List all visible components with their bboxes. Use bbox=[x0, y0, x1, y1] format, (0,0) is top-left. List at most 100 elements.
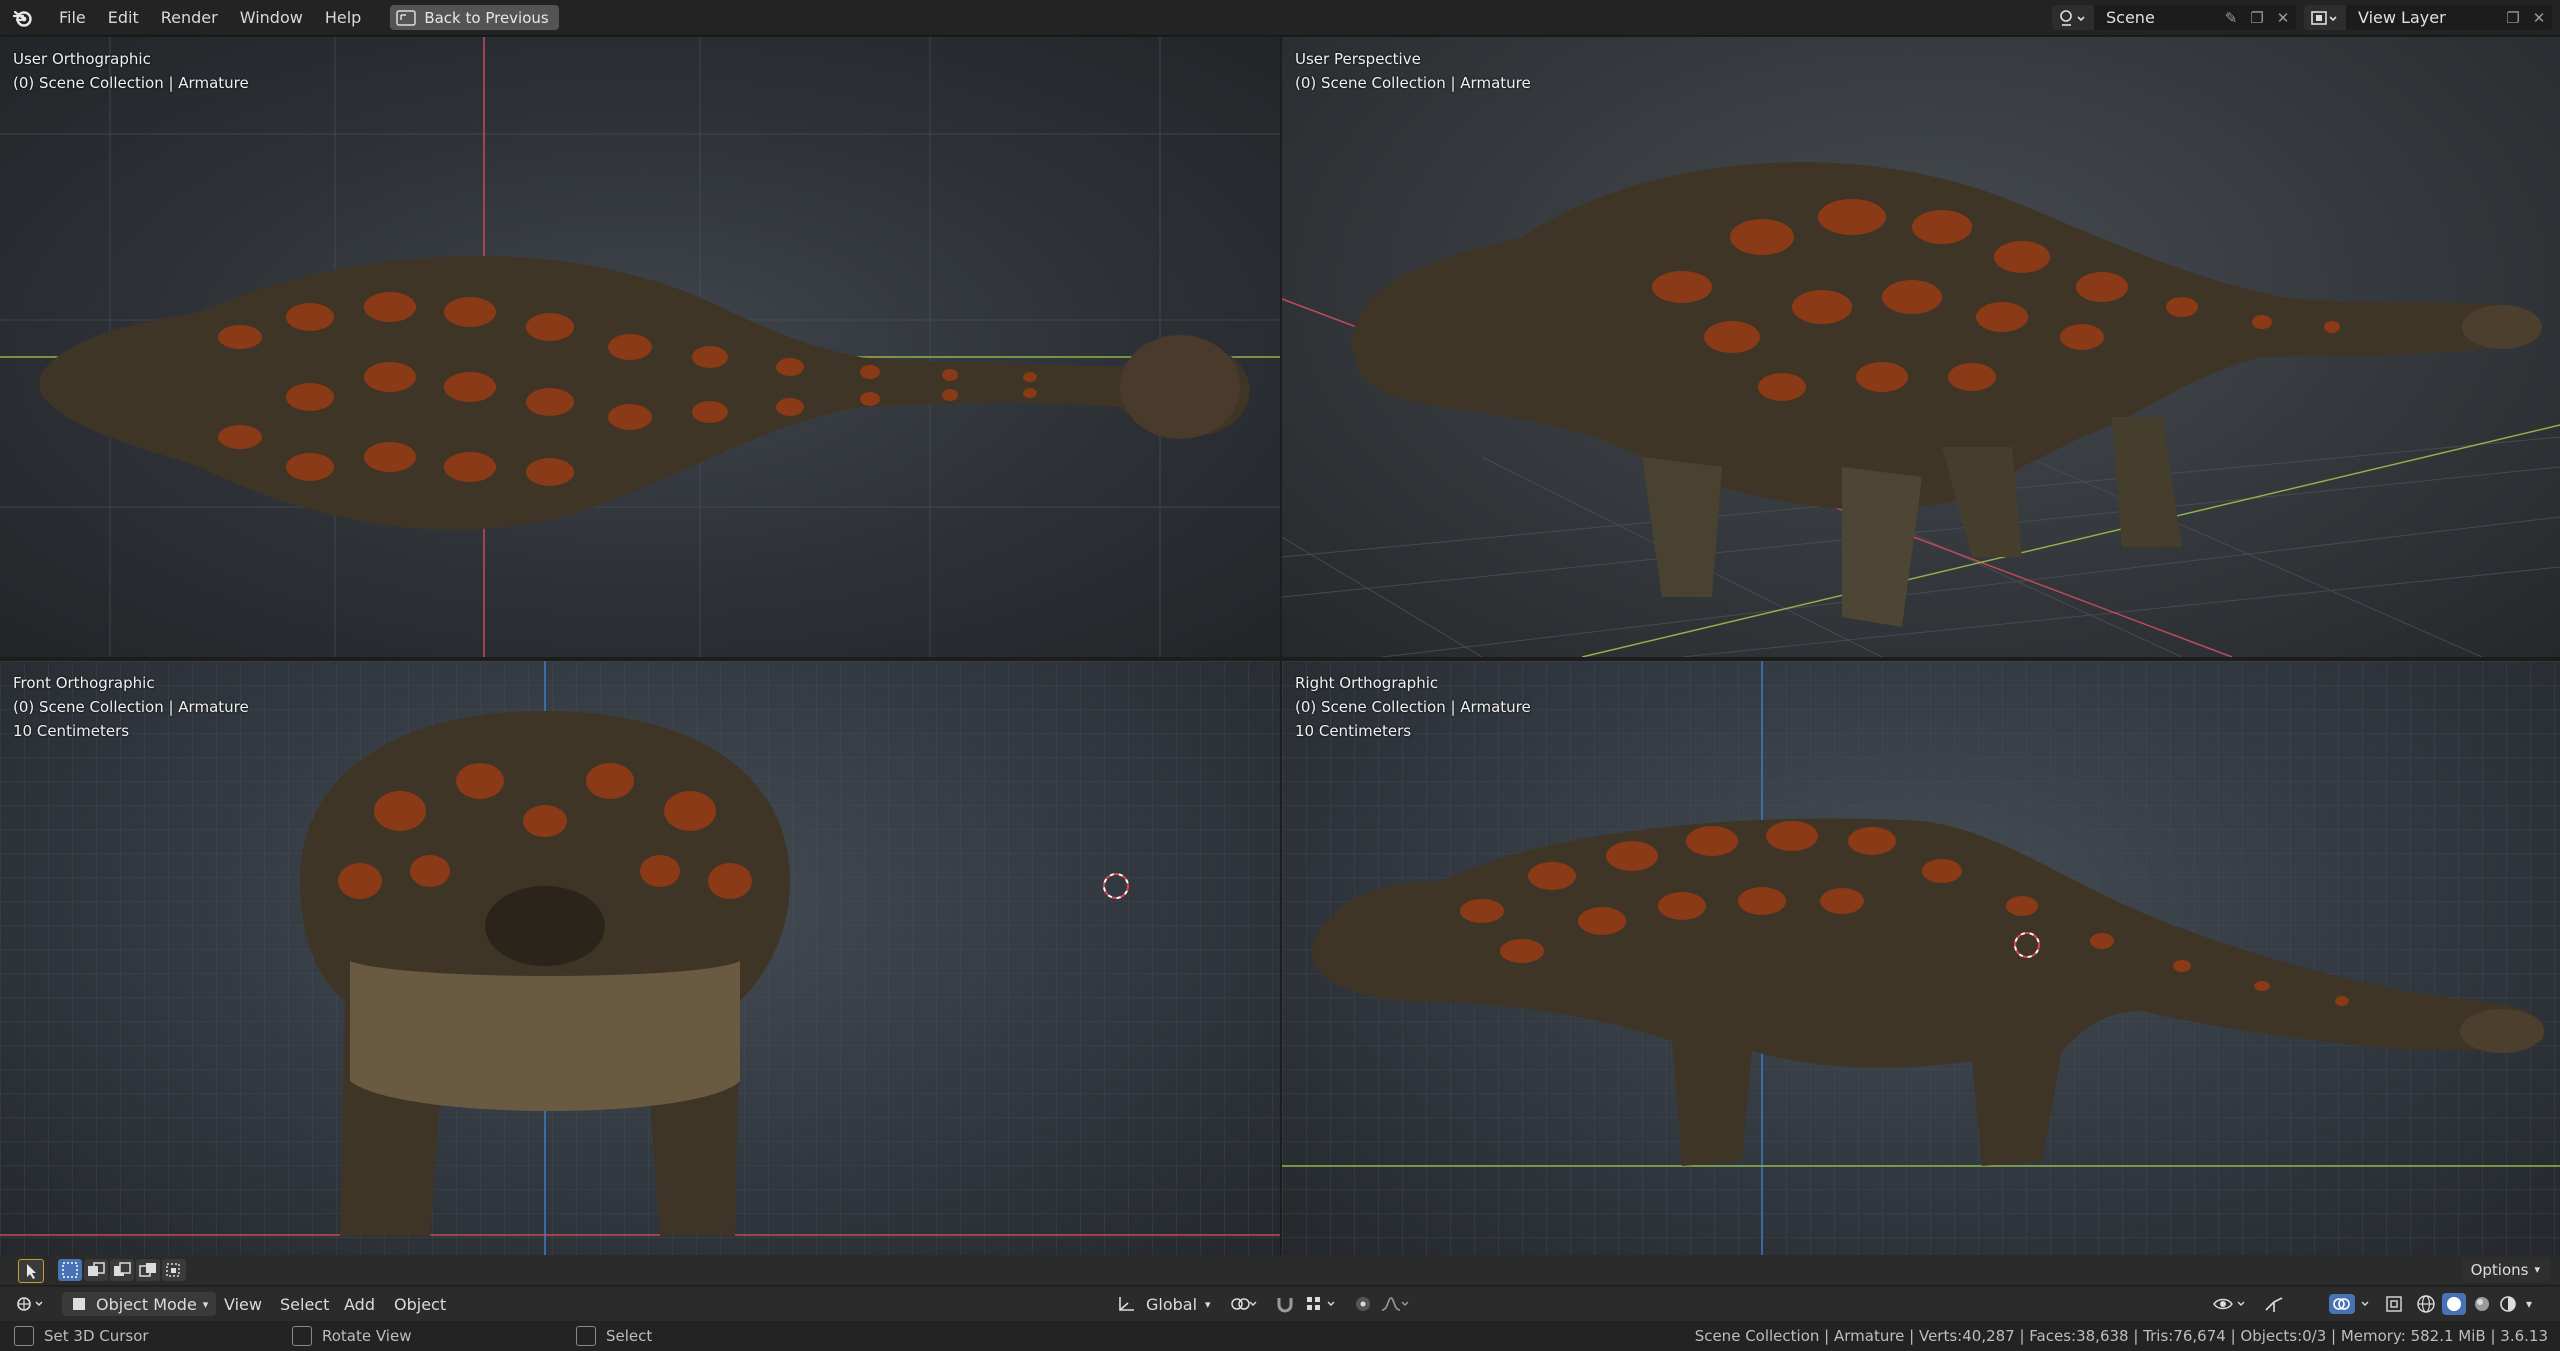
viewport-view-name: Right Orthographic bbox=[1295, 674, 1439, 692]
editor-type-selector[interactable] bbox=[14, 1287, 48, 1321]
scene-icon bbox=[2052, 5, 2094, 30]
shading-material-button[interactable] bbox=[2470, 1287, 2494, 1321]
blender-logo-icon[interactable] bbox=[12, 7, 34, 29]
pivot-point-icon bbox=[1231, 1298, 1257, 1310]
menu-render[interactable]: Render bbox=[150, 4, 229, 31]
select-mode-difference-icon[interactable] bbox=[136, 1259, 160, 1281]
viewport-collection-info: (0) Scene Collection | Armature bbox=[13, 74, 249, 92]
status-middle-click: Rotate View bbox=[292, 1321, 411, 1351]
xray-icon bbox=[2386, 1296, 2402, 1312]
magnet-icon bbox=[1277, 1298, 1293, 1313]
select-mode-intersect-icon[interactable] bbox=[162, 1259, 186, 1281]
xray-toggle[interactable] bbox=[2384, 1287, 2406, 1321]
ankylosaurus-perspective-view bbox=[1352, 162, 2542, 627]
proportional-editing-toggle[interactable] bbox=[1352, 1287, 1374, 1321]
chevron-down-icon: ▾ bbox=[2526, 1297, 2533, 1311]
delete-scene-icon[interactable]: ✕ bbox=[2270, 5, 2296, 30]
snap-increment-icon bbox=[1307, 1297, 1335, 1310]
status-left-click-label: Set 3D Cursor bbox=[44, 1327, 149, 1345]
shading-options-dropdown[interactable]: ▾ bbox=[2526, 1287, 2532, 1321]
tool-settings-bar: Options ▾ bbox=[0, 1255, 2560, 1285]
scene-statistics: Scene Collection | Armature | Verts:40,2… bbox=[1694, 1327, 2548, 1345]
menu-window[interactable]: Window bbox=[229, 4, 314, 31]
shading-solid-button[interactable] bbox=[2442, 1287, 2466, 1321]
view-layer-icon bbox=[2304, 5, 2346, 30]
menu-edit[interactable]: Edit bbox=[97, 4, 150, 31]
viewport-view-name: Front Orthographic bbox=[13, 674, 155, 692]
new-view-layer-icon[interactable]: ❐ bbox=[2500, 5, 2526, 30]
status-middle-click-label: Rotate View bbox=[322, 1327, 412, 1345]
select-mode-new-icon[interactable] bbox=[58, 1259, 82, 1281]
shading-wireframe-button[interactable] bbox=[2414, 1287, 2438, 1321]
viewport-scale-info: 10 Centimeters bbox=[1295, 722, 1412, 740]
viewport-grid-bottom-left bbox=[0, 661, 1280, 1261]
chevron-down-icon: ▾ bbox=[202, 1297, 209, 1311]
gizmo-toggle[interactable] bbox=[2262, 1287, 2288, 1321]
back-to-previous-label: Back to Previous bbox=[424, 8, 549, 27]
menu-help[interactable]: Help bbox=[314, 4, 372, 31]
overlays-icon bbox=[2329, 1294, 2369, 1314]
snap-toggle[interactable] bbox=[1274, 1287, 1296, 1321]
options-dropdown[interactable]: Options ▾ bbox=[2460, 1257, 2550, 1282]
viewport-view-name: User Orthographic bbox=[13, 50, 151, 68]
viewport-header: Object Mode ▾ View Select Add Object Glo… bbox=[0, 1286, 2560, 1321]
viewport-user-perspective[interactable]: User Perspective (0) Scene Collection | … bbox=[1282, 37, 2560, 657]
menu-object[interactable]: Object bbox=[394, 1287, 446, 1321]
select-mode-subtract-icon[interactable] bbox=[110, 1259, 134, 1281]
ankylosaurus-top-view bbox=[40, 255, 1250, 530]
back-to-previous-button[interactable]: Back to Previous bbox=[390, 5, 559, 30]
viewport-collection-info: (0) Scene Collection | Armature bbox=[13, 698, 249, 716]
shading-rendered-button[interactable] bbox=[2496, 1287, 2520, 1321]
new-scene-icon[interactable]: ❐ bbox=[2244, 5, 2270, 30]
top-bar: File Edit Render Window Help Back to Pre… bbox=[0, 0, 2560, 36]
viewport-user-orthographic[interactable]: User Orthographic (0) Scene Collection |… bbox=[0, 37, 1280, 657]
mouse-left-icon bbox=[14, 1326, 34, 1346]
gizmo-icon bbox=[2265, 1297, 2283, 1312]
pivot-point-dropdown[interactable] bbox=[1228, 1287, 1258, 1321]
delete-view-layer-icon[interactable]: ✕ bbox=[2526, 5, 2552, 30]
rendered-shading-icon bbox=[2500, 1296, 2516, 1312]
proportional-falloff-dropdown[interactable] bbox=[1380, 1287, 1410, 1321]
menu-add[interactable]: Add bbox=[344, 1287, 375, 1321]
options-label: Options bbox=[2470, 1260, 2529, 1279]
viewport-right-orthographic[interactable]: Right Orthographic (0) Scene Collection … bbox=[1282, 661, 2560, 1261]
select-mode-extend-icon[interactable] bbox=[84, 1259, 108, 1281]
material-preview-icon bbox=[2475, 1297, 2489, 1311]
chevron-down-icon: ▾ bbox=[2534, 1263, 2540, 1276]
status-left-click: Set 3D Cursor bbox=[14, 1321, 149, 1351]
object-mode-dropdown[interactable]: Object Mode ▾ bbox=[62, 1287, 217, 1321]
fullscreen-exit-icon bbox=[396, 9, 417, 26]
viewport-view-name: User Perspective bbox=[1295, 50, 1421, 68]
proportional-editing-icon bbox=[1356, 1297, 1370, 1311]
mouse-middle-icon bbox=[292, 1326, 312, 1346]
orientation-label: Global bbox=[1146, 1294, 1198, 1314]
pin-icon[interactable]: ✎ bbox=[2218, 5, 2244, 30]
menu-select[interactable]: Select bbox=[280, 1287, 329, 1321]
viewport-front-orthographic[interactable]: Front Orthographic (0) Scene Collection … bbox=[0, 661, 1280, 1261]
view-layer-selector[interactable]: View Layer ❐ ✕ bbox=[2304, 5, 2552, 30]
orientation-global-icon bbox=[1119, 1297, 1134, 1311]
overlays-toggle[interactable] bbox=[2328, 1287, 2374, 1321]
status-right-click-label: Select bbox=[606, 1327, 653, 1345]
object-mode-icon bbox=[73, 1298, 85, 1310]
status-bar: Set 3D Cursor Rotate View Select Scene C… bbox=[0, 1321, 2560, 1351]
scene-selector[interactable]: Scene ✎ ❐ ✕ bbox=[2052, 5, 2296, 30]
3d-viewport-icon bbox=[17, 1297, 43, 1311]
snap-target-dropdown[interactable] bbox=[1304, 1287, 1338, 1321]
eye-icon bbox=[2213, 1298, 2245, 1310]
menu-file[interactable]: File bbox=[48, 4, 97, 31]
chevron-down-icon: ▾ bbox=[1205, 1297, 1211, 1311]
viewport-collection-info: (0) Scene Collection | Armature bbox=[1295, 698, 1531, 716]
menu-view[interactable]: View bbox=[224, 1287, 262, 1321]
object-mode-label: Object Mode bbox=[96, 1294, 197, 1314]
viewport-scale-info: 10 Centimeters bbox=[13, 722, 130, 740]
view-layer-name: View Layer bbox=[2358, 8, 2446, 27]
transform-orientation-dropdown[interactable]: Global ▾ bbox=[1116, 1287, 1211, 1321]
visibility-dropdown[interactable] bbox=[2212, 1287, 2248, 1321]
mouse-right-icon bbox=[576, 1326, 596, 1346]
viewport-grid-top-right bbox=[1282, 162, 2560, 657]
viewport-grid-bottom-right bbox=[1282, 661, 2560, 1261]
viewport-grid-top-left bbox=[0, 37, 1280, 657]
select-tool-icon[interactable] bbox=[18, 1259, 44, 1283]
solid-shading-icon bbox=[2442, 1293, 2466, 1315]
